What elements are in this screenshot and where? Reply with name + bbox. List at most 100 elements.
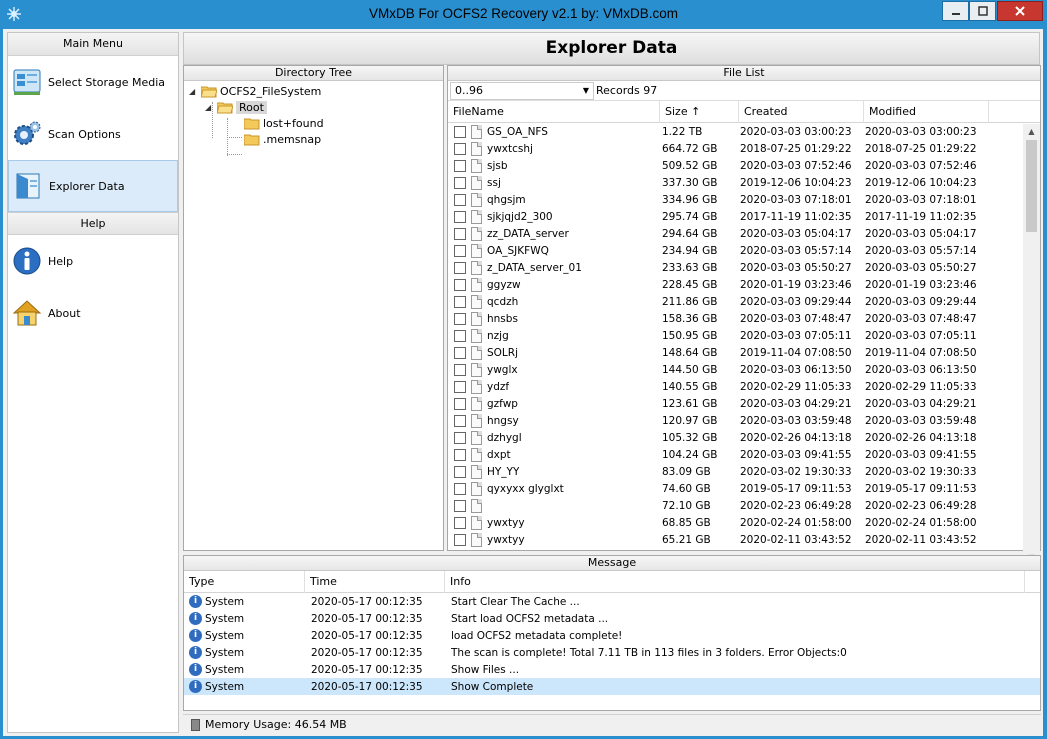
message-row[interactable]: i System 2020-05-17 00:12:35 load OCFS2 met… xyxy=(184,627,1040,644)
row-checkbox[interactable] xyxy=(454,295,466,308)
file-modified: 2020-03-02 19:30:33 xyxy=(865,465,977,478)
message-row[interactable]: i System 2020-05-17 00:12:35 The scan is co… xyxy=(184,644,1040,661)
collapse-icon[interactable]: ◢ xyxy=(205,103,214,112)
sidebar-item-about[interactable]: About xyxy=(8,287,178,339)
message-row[interactable]: i System 2020-05-17 00:12:35 Start load OCF… xyxy=(184,610,1040,627)
column-header-modified[interactable]: Modified xyxy=(864,101,989,123)
column-header-time[interactable]: Time xyxy=(305,571,445,593)
column-header-filename[interactable]: FileName xyxy=(448,101,660,123)
message-row[interactable]: i System 2020-05-17 00:12:35 Show Files ... xyxy=(184,661,1040,678)
row-checkbox[interactable] xyxy=(454,329,466,342)
sidebar-item-help[interactable]: Help xyxy=(8,235,178,287)
table-row[interactable]: ywglx 144.50 GB 2020-03-03 06:13:50 2020-03… xyxy=(448,361,1040,378)
collapse-icon[interactable]: ◢ xyxy=(189,87,198,96)
row-checkbox[interactable] xyxy=(454,176,466,189)
column-header-created[interactable]: Created xyxy=(739,101,864,123)
file-name: ywglx xyxy=(487,363,518,376)
file-modified: 2020-02-11 03:43:52 xyxy=(865,533,977,546)
row-checkbox[interactable] xyxy=(454,397,466,410)
table-row[interactable]: nzjg 150.95 GB 2020-03-03 07:05:11 2020-03-… xyxy=(448,327,1040,344)
tree-node-root[interactable]: ◢ Root xyxy=(205,99,267,115)
close-button[interactable] xyxy=(997,1,1043,21)
column-header-info[interactable]: Info xyxy=(445,571,1025,593)
table-row[interactable]: ydzf 140.55 GB 2020-02-29 11:05:33 2020-02-… xyxy=(448,378,1040,395)
title-bar[interactable]: VMxDB For OCFS2 Recovery v2.1 by: VMxDB.… xyxy=(0,0,1047,29)
table-row[interactable]: zz_DATA_server 294.64 GB 2020-03-03 05:04:… xyxy=(448,225,1040,242)
sidebar-item-select-storage-media[interactable]: Select Storage Media xyxy=(8,56,178,108)
table-row[interactable]: gzfwp 123.61 GB 2020-03-03 04:29:21 2020-03… xyxy=(448,395,1040,412)
row-checkbox[interactable] xyxy=(454,142,466,155)
row-checkbox[interactable] xyxy=(454,346,466,359)
row-checkbox[interactable] xyxy=(454,533,466,546)
table-row[interactable]: qhgsjm 334.96 GB 2020-03-03 07:18:01 2020-0… xyxy=(448,191,1040,208)
file-icon xyxy=(471,141,482,156)
tree-node-label: lost+found xyxy=(263,116,324,130)
table-row[interactable]: z_DATA_server_01 233.63 GB 2020-03-03 05:5… xyxy=(448,259,1040,276)
row-checkbox[interactable] xyxy=(454,244,466,257)
minimize-button[interactable] xyxy=(942,1,969,21)
info-icon: i xyxy=(189,595,202,608)
tree-node-lost-found[interactable]: lost+found xyxy=(244,115,324,131)
scroll-thumb[interactable] xyxy=(1026,140,1037,232)
table-row[interactable]: ssj 337.30 GB 2019-12-06 10:04:23 2019-12-0… xyxy=(448,174,1040,191)
row-checkbox[interactable] xyxy=(454,482,466,495)
file-icon xyxy=(471,192,482,207)
table-row[interactable]: ggyzw 228.45 GB 2020-01-19 03:23:46 2020-01… xyxy=(448,276,1040,293)
file-size: 83.09 GB xyxy=(662,465,711,478)
file-name-cell: GS_OA_NFS xyxy=(448,124,655,139)
file-list-scrollbar[interactable]: ▲ ▼ xyxy=(1023,124,1040,566)
directory-tree-header: Directory Tree xyxy=(184,66,443,81)
table-row[interactable]: ywxtcshj 664.72 GB 2018-07-25 01:29:22 2018… xyxy=(448,140,1040,157)
row-checkbox[interactable] xyxy=(454,210,466,223)
table-row[interactable]: GS_OA_NFS 1.22 TB 2020-03-03 03:00:23 2020-… xyxy=(448,123,1040,140)
row-checkbox[interactable] xyxy=(454,261,466,274)
row-checkbox[interactable] xyxy=(454,159,466,172)
sidebar-item-scan-options[interactable]: Scan Options xyxy=(8,108,178,160)
row-checkbox[interactable] xyxy=(454,312,466,325)
table-row[interactable]: hngsy 120.97 GB 2020-03-03 03:59:48 2020-03… xyxy=(448,412,1040,429)
file-name-cell: OA_SJKFWQ xyxy=(448,243,655,258)
file-created: 2020-03-03 06:13:50 xyxy=(740,363,852,376)
table-row[interactable]: ywxtyy 65.21 GB 2020-02-11 03:43:52 2020-02… xyxy=(448,531,1040,548)
table-row[interactable]: 72.10 GB 2020-02-23 06:49:28 2020-02-23 06… xyxy=(448,497,1040,514)
table-row[interactable]: qyxyxx glyglxt 74.60 GB 2019-05-17 09:11:5… xyxy=(448,480,1040,497)
tree-node-ocfs2-filesystem[interactable]: ◢ OCFS2_FileSystem xyxy=(189,83,321,99)
file-modified: 2020-02-23 06:49:28 xyxy=(865,499,977,512)
table-row[interactable]: HY_YY 83.09 GB 2020-03-02 19:30:33 2020-03-… xyxy=(448,463,1040,480)
table-row[interactable]: hnsbs 158.36 GB 2020-03-03 07:48:47 2020-03… xyxy=(448,310,1040,327)
row-checkbox[interactable] xyxy=(454,193,466,206)
file-size: 150.95 GB xyxy=(662,329,718,342)
table-row[interactable]: dxpt 104.24 GB 2020-03-03 09:41:55 2020-03-… xyxy=(448,446,1040,463)
message-row[interactable]: i System 2020-05-17 00:12:35 Start Clear Th… xyxy=(184,593,1040,610)
row-checkbox[interactable] xyxy=(454,414,466,427)
table-row[interactable]: SOLRj 148.64 GB 2019-11-04 07:08:50 2019-11… xyxy=(448,344,1040,361)
file-size: 337.30 GB xyxy=(662,176,718,189)
file-name: gzfwp xyxy=(487,397,518,410)
sidebar-item-explorer-data[interactable]: Explorer Data xyxy=(8,160,178,212)
table-row[interactable]: dzhygl 105.32 GB 2020-02-26 04:13:18 2020-0… xyxy=(448,429,1040,446)
row-checkbox[interactable] xyxy=(454,227,466,240)
table-row[interactable]: sjsb 509.52 GB 2020-03-03 07:52:46 2020-03-… xyxy=(448,157,1040,174)
table-row[interactable]: OA_SJKFWQ 234.94 GB 2020-03-03 05:57:14 202… xyxy=(448,242,1040,259)
row-checkbox[interactable] xyxy=(454,380,466,393)
column-header-size[interactable]: Size ↑ xyxy=(660,101,739,123)
row-checkbox[interactable] xyxy=(454,125,466,138)
row-checkbox[interactable] xyxy=(454,516,466,529)
row-checkbox[interactable] xyxy=(454,363,466,376)
row-checkbox[interactable] xyxy=(454,431,466,444)
table-row[interactable]: sjkjqjd2_300 295.74 GB 2017-11-19 11:02:35… xyxy=(448,208,1040,225)
row-checkbox[interactable] xyxy=(454,448,466,461)
record-range-select[interactable]: 0..96 ▼ xyxy=(450,81,594,100)
scroll-up-icon[interactable]: ▲ xyxy=(1023,124,1040,140)
row-checkbox[interactable] xyxy=(454,278,466,291)
table-row[interactable]: ywxtyy 68.85 GB 2020-02-24 01:58:00 2020-02… xyxy=(448,514,1040,531)
message-time: 2020-05-17 00:12:35 xyxy=(311,646,423,659)
table-row[interactable]: qcdzh 211.86 GB 2020-03-03 09:29:44 2020-03… xyxy=(448,293,1040,310)
column-header-type[interactable]: Type xyxy=(184,571,305,593)
row-checkbox[interactable] xyxy=(454,499,466,512)
maximize-button[interactable] xyxy=(969,1,996,21)
message-row[interactable]: i System 2020-05-17 00:12:35 Show Complete xyxy=(184,678,1040,695)
file-name: HY_YY xyxy=(487,465,520,478)
tree-node-memsnap[interactable]: .memsnap xyxy=(244,131,321,147)
row-checkbox[interactable] xyxy=(454,465,466,478)
